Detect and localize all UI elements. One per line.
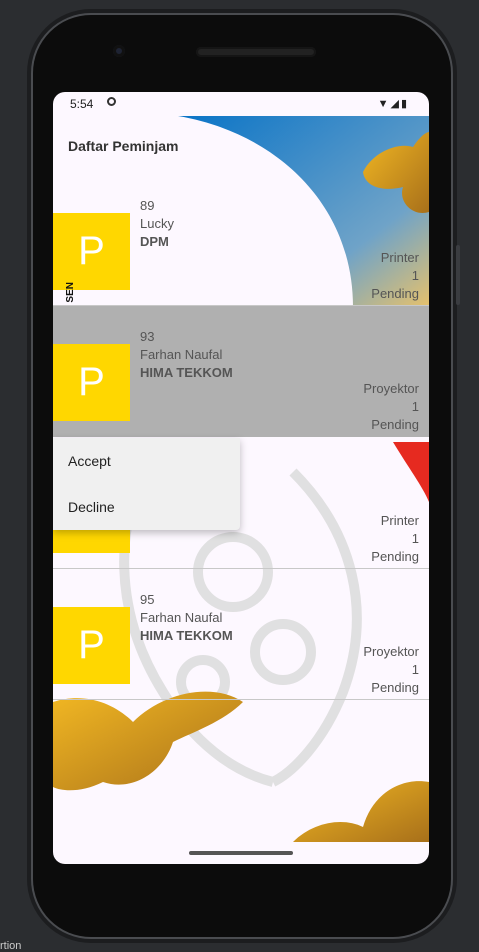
borrower-name: Lucky — [140, 216, 174, 231]
status-time: 5:54 — [70, 97, 94, 111]
item-status: Pending — [371, 417, 419, 432]
item-status: Pending — [371, 680, 419, 695]
borrower-info: 95 Farhan Naufal HIMA TEKKOM — [140, 591, 233, 645]
borrower-info: 93 Farhan Naufal HIMA TEKKOM — [140, 328, 233, 382]
notification-icon — [107, 97, 116, 106]
avatar-badge: P — [53, 607, 130, 684]
borrower-id: 89 — [140, 198, 155, 213]
item-qty: 1 — [411, 662, 419, 677]
status-bar: 5:54 ▼◢▮ — [53, 92, 429, 116]
borrower-id: 93 — [140, 329, 155, 344]
item-name: Printer — [380, 513, 419, 528]
earpiece-speaker — [196, 47, 316, 57]
avatar-badge: P — [53, 213, 130, 290]
list-item[interactable]: P 89 Lucky DPM Printer 1 Pending — [53, 175, 429, 306]
borrower-id: 95 — [140, 592, 155, 607]
gold-cloud-bottom-left — [53, 691, 243, 791]
borrower-name: Farhan Naufal — [140, 610, 223, 625]
borrower-org: HIMA TEKKOM — [140, 628, 233, 643]
ide-footer-text: rtion — [0, 940, 22, 952]
decline-menu-item[interactable]: Decline — [53, 484, 240, 530]
item-info: Printer 1 Pending — [371, 249, 419, 303]
item-qty: 1 — [411, 399, 419, 414]
item-name: Printer — [380, 250, 419, 265]
item-info: Proyektor 1 Pending — [363, 643, 419, 697]
gesture-bar[interactable] — [189, 851, 293, 855]
borrower-info: 89 Lucky DPM — [140, 197, 174, 251]
gold-cloud-bottom-right — [293, 781, 429, 842]
item-qty: 1 — [411, 268, 419, 283]
item-status: Pending — [371, 286, 419, 301]
borrower-name: Farhan Naufal — [140, 347, 223, 362]
item-status: Pending — [371, 549, 419, 564]
borrower-org: HIMA TEKKOM — [140, 365, 233, 380]
list-item-selected[interactable]: P 93 Farhan Naufal HIMA TEKKOM Proyektor… — [53, 306, 429, 437]
front-camera — [113, 45, 125, 57]
page-title: Daftar Peminjam — [68, 138, 179, 154]
side-label: SEN — [65, 282, 76, 303]
context-menu: Accept Decline — [53, 438, 240, 530]
item-info: Printer 1 Pending — [371, 512, 419, 566]
signal-battery-icons: ▼◢▮ — [377, 98, 409, 110]
avatar-badge: P — [53, 344, 130, 421]
borrower-org: DPM — [140, 234, 169, 249]
item-info: Proyektor 1 Pending — [363, 380, 419, 434]
item-name: Proyektor — [363, 644, 419, 659]
list-item[interactable]: P 95 Farhan Naufal HIMA TEKKOM Proyektor… — [53, 569, 429, 700]
item-qty: 1 — [411, 531, 419, 546]
item-name: Proyektor — [363, 381, 419, 396]
accept-menu-item[interactable]: Accept — [53, 438, 240, 484]
app-screen: 5:54 ▼◢▮ Daftar Peminjam P 89 Lucky DPM … — [53, 92, 429, 864]
